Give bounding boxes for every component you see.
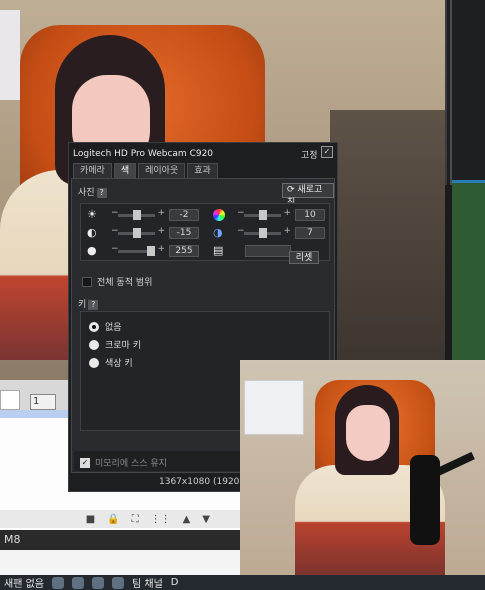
contrast-icon: ◐: [87, 226, 97, 239]
status-bar: M8: [0, 530, 240, 550]
brightness-icon: ☀: [87, 208, 97, 221]
pin-icon[interactable]: ✓: [321, 146, 333, 158]
reset-button[interactable]: 리셋: [289, 251, 319, 264]
room-shelf: [330, 110, 445, 360]
tab-layout[interactable]: 레이아웃: [138, 163, 186, 178]
white-balance-value[interactable]: [245, 245, 291, 257]
move-up-icon[interactable]: ▲: [183, 514, 191, 525]
sharpness-slider[interactable]: − +: [237, 226, 291, 238]
saturation-row: ● − + 255: [87, 244, 199, 258]
folder-icon[interactable]: ■: [86, 514, 95, 525]
bottom-area: [0, 550, 240, 575]
white-balance-icon: ▤: [213, 244, 224, 257]
radio-dot[interactable]: [89, 339, 99, 350]
key-option-chroma[interactable]: 크로마 키: [89, 338, 141, 351]
sharpness-icon: ◑: [213, 226, 223, 239]
brightness-row: ☀ − + -2: [87, 208, 199, 222]
screen: 1 ■ 🔒 ⛶ ⋮⋮ ▲ ▼ M8 Logitech HD Pro Webcam…: [0, 0, 485, 590]
auto-range-checkbox[interactable]: 전체 동적 범위: [82, 275, 152, 288]
source-name-input[interactable]: [0, 390, 20, 410]
help-icon[interactable]: ?: [88, 300, 99, 310]
refresh-button[interactable]: ⟳ 새로고침: [282, 183, 334, 208]
side-panel-green: [452, 180, 485, 380]
taskbar: 새팬 없음 팀 채널 D: [0, 575, 485, 590]
mic-arm: [435, 451, 475, 477]
taskbar-left-text: 새팬 없음: [4, 579, 44, 590]
dialog-tabs: 카메라 색 레이아웃 효과: [73, 163, 218, 178]
photo-section-label: 사진?: [78, 185, 107, 198]
pin-label: 고정: [301, 151, 318, 161]
sharpness-row: ◑ − + 7: [213, 226, 325, 240]
keep-source-checkbox[interactable]: ✓ 미모리에 스스 유지: [80, 456, 167, 469]
hue-value[interactable]: 10: [295, 209, 325, 221]
saturation-slider[interactable]: − +: [111, 244, 165, 256]
saturation-icon: ●: [87, 244, 97, 257]
dialog-title: Logitech HD Pro Webcam C920: [73, 149, 214, 159]
sharpness-value[interactable]: 7: [295, 227, 325, 239]
grid-icon[interactable]: ⋮⋮: [151, 514, 171, 525]
wall-poster: [244, 380, 304, 435]
brightness-slider[interactable]: − +: [111, 208, 165, 220]
side-panel-divider: [450, 0, 452, 185]
white-balance-row: ▤: [213, 244, 291, 258]
auto-range-label: 전체 동적 범위: [97, 278, 153, 288]
radio-dot[interactable]: [89, 321, 99, 332]
webcam-preview: [240, 360, 485, 590]
app-icon[interactable]: [71, 576, 84, 589]
fit-icon[interactable]: ⛶: [132, 514, 139, 525]
move-down-icon[interactable]: ▼: [202, 514, 210, 525]
radio-dot[interactable]: [89, 357, 99, 368]
taskbar-tail-text: D: [170, 577, 179, 588]
contrast-row: ◐ − + -15: [87, 226, 199, 240]
chat-icon[interactable]: [111, 576, 124, 589]
hue-slider[interactable]: − +: [237, 208, 291, 220]
tab-color[interactable]: 색: [113, 163, 137, 178]
hue-row: − + 10: [213, 208, 325, 222]
source-tools: ■ 🔒 ⛶ ⋮⋮ ▲ ▼: [0, 510, 240, 528]
key-option-color[interactable]: 색상 키: [89, 356, 133, 369]
key-option-none[interactable]: 없음: [89, 320, 122, 333]
saturation-value[interactable]: 255: [169, 245, 199, 257]
taskbar-team-text[interactable]: 팀 채널: [132, 575, 163, 590]
tab-camera[interactable]: 카메라: [73, 163, 112, 178]
contrast-value[interactable]: -15: [169, 227, 199, 239]
steam-icon[interactable]: [51, 576, 64, 589]
tab-effects[interactable]: 효과: [187, 163, 218, 178]
color-wheel-icon: [213, 209, 225, 221]
help-icon[interactable]: ?: [96, 188, 107, 198]
source-combo[interactable]: 1: [30, 394, 56, 410]
face: [346, 405, 390, 461]
contrast-slider[interactable]: − +: [111, 226, 165, 238]
brightness-value[interactable]: -2: [169, 209, 199, 221]
lock-icon[interactable]: 🔒: [107, 514, 119, 525]
checkbox-box[interactable]: ✓: [80, 457, 90, 468]
app-icon[interactable]: [91, 576, 104, 589]
key-section-label: 키?: [78, 297, 99, 310]
microphone: [410, 455, 440, 545]
checkbox-box[interactable]: [82, 276, 92, 287]
